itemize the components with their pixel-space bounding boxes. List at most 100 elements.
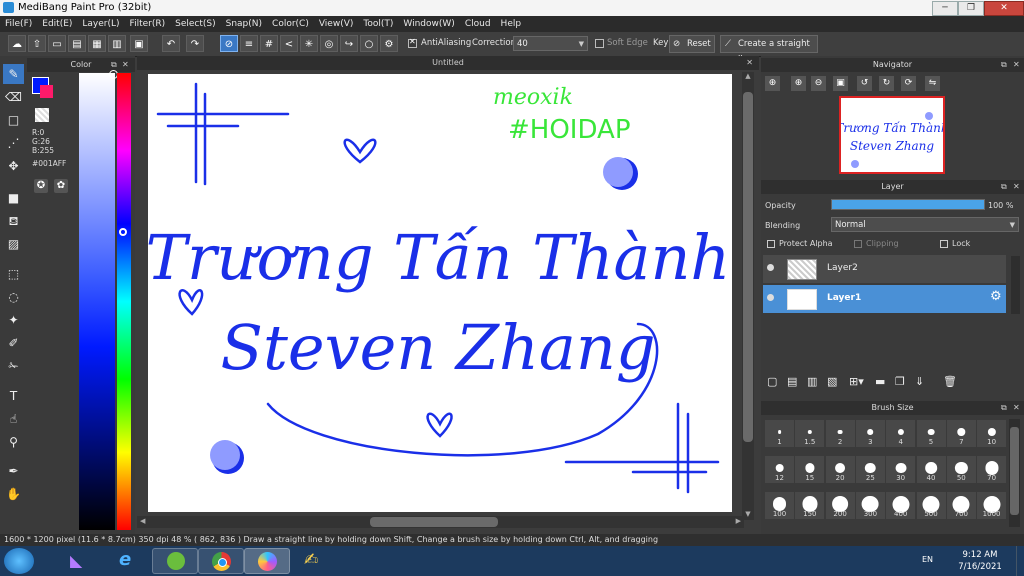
visibility-eye-icon[interactable] [767, 294, 774, 301]
navigator-preview[interactable]: Trương Tấn Thành Steven Zhang [839, 96, 945, 174]
rotate-left-icon[interactable]: ↺ [857, 76, 872, 91]
comment-icon[interactable]: ▭ [48, 35, 66, 52]
brush-size-option[interactable]: 300 [855, 492, 885, 519]
layer-settings-gear-icon[interactable]: ⚙ [990, 289, 1002, 304]
transparent-color-swatch[interactable] [35, 108, 49, 122]
brush-size-option[interactable]: 1000 [977, 492, 1007, 519]
close-tab-icon[interactable]: ✕ [746, 56, 753, 70]
magic-wand-icon[interactable]: ✦ [3, 310, 24, 330]
menu-file[interactable]: File(F) [0, 16, 37, 32]
snap-curve-icon[interactable]: ↪ [340, 35, 358, 52]
select-icon[interactable]: ⬚ [3, 264, 24, 284]
horizontal-scrollbar[interactable]: ◀ ▶ [137, 516, 744, 528]
close-icon[interactable]: ✕ [1013, 58, 1020, 72]
snap-settings-icon[interactable]: ⚙ [380, 35, 398, 52]
menu-edit[interactable]: Edit(E) [37, 16, 77, 32]
move-icon[interactable]: ✥ [3, 156, 24, 176]
layer-row-layer1[interactable]: Layer1 ⚙ [763, 285, 1006, 313]
hand-icon[interactable]: ✋ [3, 484, 24, 504]
brush-size-option[interactable]: 2 [825, 420, 855, 447]
brush-size-option[interactable]: 25 [855, 456, 885, 483]
menu-help[interactable]: Help [496, 16, 527, 32]
new-8bit-layer-icon[interactable]: ▥ [807, 375, 817, 388]
brush-size-option[interactable]: 100 [765, 492, 794, 519]
internet-explorer-icon[interactable]: e [104, 548, 150, 574]
brush-size-option[interactable]: 15 [795, 456, 825, 483]
close-button[interactable]: ✕ [984, 1, 1024, 16]
brush-size-option[interactable]: 12 [765, 456, 794, 483]
hue-picker-handle[interactable] [119, 228, 127, 236]
protect-alpha-checkbox[interactable] [767, 240, 775, 248]
language-indicator[interactable]: EN [922, 555, 933, 564]
color-value-bar[interactable] [79, 73, 115, 530]
background-color-swatch[interactable] [40, 85, 53, 98]
soft-edge-checkbox[interactable] [595, 39, 604, 48]
create-straight-line-button[interactable]: ⟋Create a straight line [720, 35, 818, 65]
pen-icon[interactable]: ✒ [3, 461, 24, 481]
popout-icon[interactable]: ⧉ [1001, 180, 1007, 194]
visibility-eye-icon[interactable] [767, 264, 774, 271]
brush-size-option[interactable]: 70 [977, 456, 1007, 483]
brush-size-option[interactable]: 1 [765, 420, 794, 447]
menu-cloud[interactable]: Cloud [460, 16, 496, 32]
rotate-right-icon[interactable]: ↻ [879, 76, 894, 91]
new-halftone-layer-icon[interactable]: ▤ [787, 375, 797, 388]
brush-size-option[interactable]: 500 [916, 492, 946, 519]
brush-size-option[interactable]: 40 [916, 456, 946, 483]
select-eraser-icon[interactable]: ✁ [3, 356, 24, 376]
popout-icon[interactable]: ⧉ [1001, 401, 1007, 415]
system-clock[interactable]: 9:12 AM 7/16/2021 [950, 549, 1010, 573]
brush-icon[interactable]: ✎ [3, 64, 24, 84]
share-icon[interactable]: ⇧ [28, 35, 46, 52]
rectangle-icon[interactable]: □ [3, 110, 24, 130]
correction-dropdown[interactable]: 40 ▼ [513, 36, 588, 51]
minimize-button[interactable]: ─ [932, 1, 958, 16]
snap-vanishing-icon[interactable]: < [280, 35, 298, 52]
brush-size-option[interactable]: 4 [886, 420, 916, 447]
grid-icon[interactable]: ▣ [130, 35, 148, 52]
snap-ellipse-icon[interactable]: ○ [360, 35, 378, 52]
duplicate-layer-icon[interactable]: ❐ [895, 375, 905, 388]
redo-icon[interactable]: ↷ [186, 35, 204, 52]
menu-color[interactable]: Color(C) [267, 16, 314, 32]
brush-size-option[interactable]: 200 [825, 492, 855, 519]
palette-icon[interactable]: ✪ [34, 179, 48, 193]
eraser-icon[interactable]: ⌫ [3, 87, 24, 107]
eyedropper-icon[interactable]: ⚲ [3, 432, 24, 452]
brush-size-option[interactable]: 20 [825, 456, 855, 483]
menu-layer[interactable]: Layer(L) [77, 16, 124, 32]
document-tab[interactable]: Untitled ✕ [137, 56, 759, 70]
scroll-left-icon[interactable]: ◀ [140, 517, 145, 525]
brush-size-option[interactable]: 7 [946, 420, 976, 447]
pages-icon[interactable]: ▥ [108, 35, 126, 52]
vertical-scroll-thumb[interactable] [743, 92, 753, 442]
snap-circle-icon[interactable]: ◎ [320, 35, 338, 52]
chat-icon[interactable]: ▤ [68, 35, 86, 52]
medibang-taskbar-icon[interactable] [244, 548, 290, 574]
bucket-icon[interactable]: ⛾ [3, 211, 24, 231]
scroll-right-icon[interactable]: ▶ [736, 517, 741, 525]
undo-icon[interactable]: ↶ [162, 35, 180, 52]
dot-icon[interactable]: ⋰ [3, 133, 24, 153]
snap-off-icon[interactable]: ⊘ [220, 35, 238, 52]
flip-icon[interactable]: ⇋ [925, 76, 940, 91]
lock-checkbox[interactable] [940, 240, 948, 248]
menu-snap[interactable]: Snap(N) [221, 16, 267, 32]
brush-size-option[interactable]: 3 [855, 420, 885, 447]
layer-list-scrollbar[interactable] [1011, 256, 1020, 314]
new-1bit-layer-icon[interactable]: ▧ [827, 375, 837, 388]
folder-icon[interactable]: ▬ [875, 375, 885, 388]
show-desktop-button[interactable] [1016, 546, 1024, 576]
select-pen-icon[interactable]: ✐ [3, 333, 24, 353]
hue-bar[interactable] [117, 73, 131, 530]
text-icon[interactable]: T [3, 386, 24, 406]
reset-rotation-icon[interactable]: ⟳ [901, 76, 916, 91]
gradient-icon[interactable]: ▨ [3, 234, 24, 254]
close-icon[interactable]: ✕ [122, 58, 129, 72]
vertical-scrollbar[interactable]: ▲ ▼ [742, 72, 754, 520]
zoom-in-icon[interactable]: ⊕ [791, 76, 806, 91]
close-icon[interactable]: ✕ [1013, 180, 1020, 194]
brush-size-option[interactable]: 400 [886, 492, 916, 519]
brush-size-option[interactable]: 50 [946, 456, 976, 483]
scroll-up-icon[interactable]: ▲ [743, 72, 753, 82]
